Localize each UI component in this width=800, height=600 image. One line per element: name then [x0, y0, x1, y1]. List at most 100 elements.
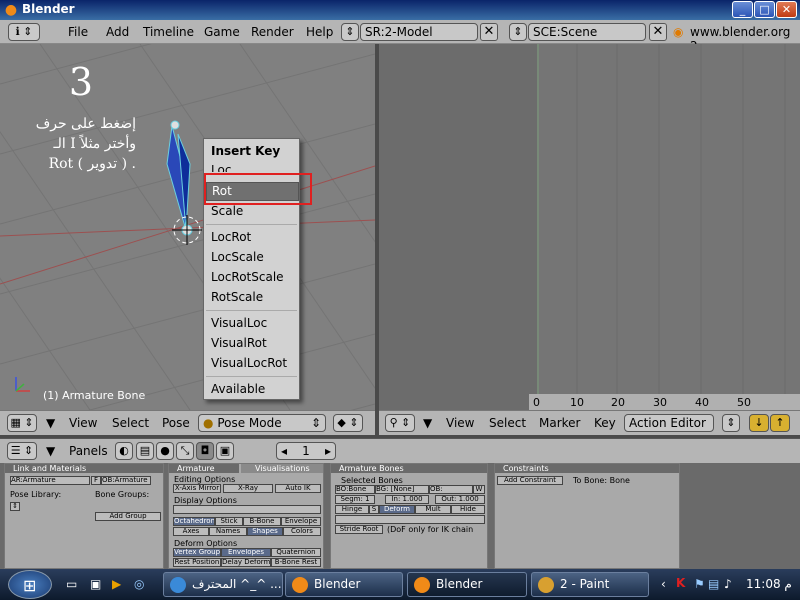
menu-pose[interactable]: Pose [162, 416, 190, 430]
media-player-icon[interactable]: ▶ [112, 577, 121, 591]
collapse-arrow-icon[interactable]: ▼ [423, 416, 432, 430]
object-context-icon[interactable]: ⤡ [176, 442, 194, 460]
collapse-arrow-icon[interactable]: ▼ [46, 444, 55, 458]
menu-item-visuallocrot[interactable]: VisualLocRot [211, 356, 287, 370]
menu-timeline[interactable]: Timeline [143, 25, 194, 39]
parent-field[interactable]: OB: [429, 485, 473, 494]
scene-context-icon[interactable]: ▣ [216, 442, 234, 460]
menu-item-loc[interactable]: Loc [206, 164, 297, 172]
collapse-arrow-icon[interactable]: ▼ [46, 416, 55, 430]
action-browse-button[interactable]: ⇕ [722, 414, 740, 432]
menu-help[interactable]: Help [306, 25, 333, 39]
xaxis-mirror-toggle[interactable]: X-Axis Mirror [173, 484, 221, 493]
mode-select[interactable]: ● Pose Mode ⇕ [198, 414, 326, 432]
bone-name-field[interactable]: BO:Bone [335, 485, 375, 494]
menu-select[interactable]: Select [489, 416, 526, 430]
add-group-button[interactable]: Add Group [95, 512, 161, 521]
delay-deform-toggle[interactable]: Delay Deform [221, 558, 271, 567]
frame-ruler[interactable]: 0 10 20 30 40 50 [529, 394, 800, 410]
envelopes-toggle[interactable]: Envelopes [221, 548, 271, 557]
task-browser[interactable]: المحترف ^_^ ... [163, 572, 283, 597]
scene-field[interactable]: SCE:Scene [528, 23, 646, 41]
antivirus-icon[interactable]: K [676, 576, 685, 590]
3d-viewport[interactable]: 3 إضغط على حرف الـ I وأختر مثلاً Rot ( ت… [0, 44, 375, 410]
editor-mode-select[interactable]: Action Editor [624, 414, 714, 432]
axes-toggle[interactable]: Axes [173, 527, 209, 536]
object-name-field[interactable]: OB:Armature [101, 476, 151, 485]
switch-windows-icon[interactable]: ▣ [90, 577, 101, 591]
editor-type-action-icon[interactable]: ⚲ ⇕ [385, 414, 415, 432]
layer-buttons[interactable] [173, 505, 321, 514]
menu-file[interactable]: File [68, 25, 88, 39]
panel-tab-armature[interactable]: Armature [169, 464, 239, 473]
tray-expand-icon[interactable]: ‹ [661, 577, 666, 591]
menu-view[interactable]: View [446, 416, 474, 430]
panels-menu[interactable]: Panels [69, 444, 108, 458]
panel-tab-visualisations[interactable]: Visualisations [241, 464, 323, 473]
menu-item-rotscale[interactable]: RotScale [211, 290, 263, 304]
start-button[interactable]: ⊞ [8, 570, 52, 599]
menu-item-locrot[interactable]: LocRot [211, 230, 251, 244]
script-context-icon[interactable]: ▤ [136, 442, 154, 460]
shading-select[interactable]: ◆ ⇕ [333, 414, 363, 432]
menu-view[interactable]: View [69, 416, 97, 430]
autoik-toggle[interactable]: Auto IK [275, 484, 321, 493]
fake-user-button[interactable]: F [91, 476, 101, 485]
scene-browse-button[interactable]: ⇕ [509, 23, 527, 41]
envelope-button[interactable]: Envelope [281, 517, 321, 526]
delete-screen-button[interactable]: ✕ [480, 23, 498, 41]
menu-item-locrotscale[interactable]: LocRotScale [211, 270, 284, 284]
maximize-button[interactable]: □ [754, 1, 775, 18]
s-toggle[interactable]: S [369, 505, 379, 514]
menu-item-locscale[interactable]: LocScale [211, 250, 264, 264]
shapes-toggle[interactable]: Shapes [247, 527, 283, 536]
menu-item-visualrot[interactable]: VisualRot [211, 336, 267, 350]
armature-data-field[interactable]: AR:Armature [10, 476, 90, 485]
volume-icon[interactable]: ♪ [724, 577, 732, 591]
keyframe-area[interactable] [537, 44, 800, 394]
editor-type-buttons-icon[interactable]: ☰ ⇕ [7, 442, 37, 460]
pose-library-browse[interactable]: ⇕ [10, 502, 20, 511]
vertex-groups-toggle[interactable]: Vertex Groups [173, 548, 221, 557]
hide-toggle[interactable]: Hide [451, 505, 485, 514]
window-type-icon[interactable]: ℹ ⇕ [8, 23, 40, 41]
paste-pose-icon[interactable]: ↑ [770, 414, 790, 432]
hinge-toggle[interactable]: Hinge [335, 505, 369, 514]
shading-context-icon[interactable]: ● [156, 442, 174, 460]
stick-button[interactable]: Stick [215, 517, 243, 526]
tray-icon[interactable]: ⚑ [694, 577, 705, 591]
stride-root-toggle[interactable]: Stride Root [335, 525, 383, 534]
menu-add[interactable]: Add [106, 25, 129, 39]
screen-browse-button[interactable]: ⇕ [341, 23, 359, 41]
menu-item-visualloc[interactable]: VisualLoc [211, 316, 267, 330]
xray-toggle[interactable]: X-Ray [223, 484, 273, 493]
mult-toggle[interactable]: Mult [415, 505, 451, 514]
bbone-button[interactable]: B-Bone [243, 517, 281, 526]
delete-scene-button[interactable]: ✕ [649, 23, 667, 41]
show-desktop-icon[interactable]: ▭ [66, 577, 77, 591]
menu-render[interactable]: Render [251, 25, 294, 39]
menu-select[interactable]: Select [112, 416, 149, 430]
editor-type-grid-icon[interactable]: ▦ ⇕ [7, 414, 37, 432]
logic-context-icon[interactable]: ◐ [115, 442, 133, 460]
frame-number-field[interactable]: ◂ 1 ▸ [276, 442, 336, 460]
task-blender-1[interactable]: Blender [285, 572, 403, 597]
ie-quick-launch-icon[interactable]: ◎ [134, 577, 144, 591]
wire-toggle[interactable]: W [473, 485, 485, 494]
task-blender-2[interactable]: Blender [407, 572, 527, 597]
editing-context-icon[interactable]: ◘ [196, 442, 214, 460]
network-icon[interactable]: ▤ [708, 577, 719, 591]
bone-group-field[interactable]: BG: [None] [375, 485, 429, 494]
menu-key[interactable]: Key [594, 416, 616, 430]
copy-pose-icon[interactable]: ↓ [749, 414, 769, 432]
minimize-button[interactable]: _ [732, 1, 753, 18]
names-toggle[interactable]: Names [209, 527, 247, 536]
action-editor[interactable]: 0 10 20 30 40 50 [379, 44, 800, 410]
menu-game[interactable]: Game [204, 25, 240, 39]
deform-toggle[interactable]: Deform [379, 505, 415, 514]
quaternion-toggle[interactable]: Quaternion [271, 548, 321, 557]
menu-item-available[interactable]: Available [211, 382, 265, 396]
bone-layer-buttons[interactable] [335, 515, 485, 524]
octahedron-button[interactable]: Octahedron [173, 517, 215, 526]
ease-out-field[interactable]: Out: 1.000 [435, 495, 485, 504]
